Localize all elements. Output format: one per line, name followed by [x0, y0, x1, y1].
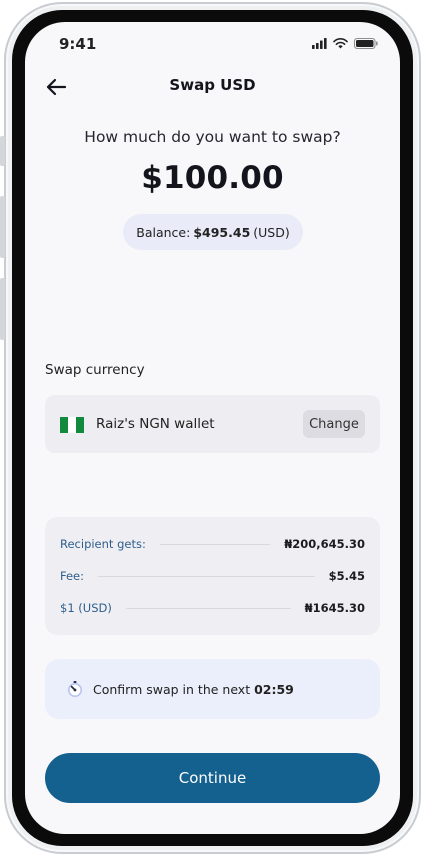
- status-icons: [312, 38, 378, 49]
- swap-question: How much do you want to swap?: [84, 128, 341, 146]
- stopwatch-icon: [68, 681, 82, 697]
- change-button[interactable]: Change: [303, 410, 365, 438]
- balance-value: $495.45: [193, 224, 251, 240]
- summary-label: $1 (USD): [60, 601, 112, 615]
- timer-message: Confirm swap in the next: [93, 681, 251, 697]
- summary-label: Fee:: [60, 569, 85, 583]
- continue-button[interactable]: Continue: [45, 753, 380, 803]
- flag-stripe-right: [76, 417, 84, 433]
- summary-row-fee: Fee: $5.45: [60, 566, 365, 586]
- summary-divider: [98, 575, 315, 577]
- timer-text: Confirm swap in the next 02:59: [93, 682, 294, 697]
- summary-card: Recipient gets: ₦200,645.30 Fee: $5.45 $…: [45, 517, 380, 635]
- wifi-icon: [333, 38, 348, 49]
- cellular-signal-icon: [312, 38, 327, 49]
- page-title: Swap USD: [169, 76, 256, 94]
- balance-currency: (USD): [253, 224, 290, 240]
- summary-label: Recipient gets:: [60, 537, 146, 551]
- flag-stripe-middle: [68, 417, 76, 433]
- swap-currency-label: Swap currency: [45, 362, 145, 378]
- nav-bar: Swap USD: [25, 66, 400, 108]
- volume-down-button: [0, 278, 5, 340]
- nigeria-flag-icon: [60, 417, 84, 433]
- status-bar: 9:41: [25, 22, 400, 66]
- volume-up-button: [0, 196, 5, 258]
- balance-pill: Balance: $495.45 (USD): [123, 214, 303, 250]
- flag-stripe-left: [60, 417, 68, 433]
- summary-value: $5.45: [328, 569, 365, 583]
- wallet-card: Raiz's NGN wallet Change: [45, 395, 380, 453]
- mute-switch: [0, 136, 5, 166]
- timer-countdown: 02:59: [254, 681, 294, 697]
- summary-divider: [125, 607, 291, 609]
- timer-card: Confirm swap in the next 02:59: [45, 659, 380, 719]
- wallet-name: Raiz's NGN wallet: [96, 416, 215, 432]
- summary-value: ₦200,645.30: [284, 537, 365, 551]
- battery-icon: [354, 38, 378, 49]
- swap-amount[interactable]: $100.00: [25, 160, 400, 196]
- summary-divider: [159, 543, 271, 545]
- status-time: 9:41: [59, 35, 97, 53]
- balance-label: Balance:: [136, 224, 191, 240]
- summary-row-rate: $1 (USD) ₦1645.30: [60, 598, 365, 618]
- summary-value: ₦1645.30: [304, 601, 365, 615]
- screen: 9:41 Swap USD How much do you want to sw…: [25, 22, 400, 834]
- summary-row-recipient-gets: Recipient gets: ₦200,645.30: [60, 534, 365, 554]
